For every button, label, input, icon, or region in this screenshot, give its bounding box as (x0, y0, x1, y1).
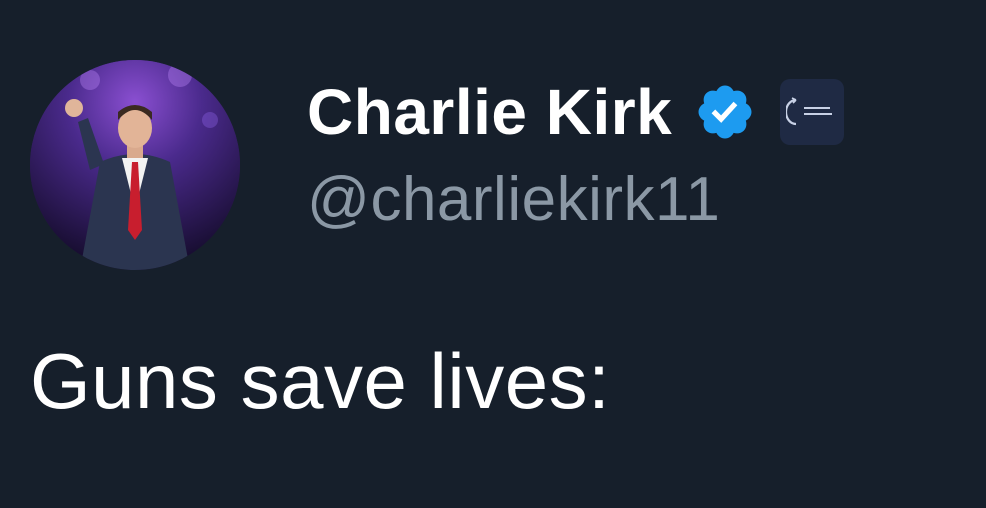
handle[interactable]: @charliekirk11 (307, 164, 844, 235)
profile-photo-icon (30, 60, 240, 270)
organization-logo-icon (786, 92, 838, 132)
affiliate-badge[interactable] (780, 79, 845, 145)
display-name[interactable]: Charlie Kirk (307, 75, 672, 149)
avatar[interactable] (30, 60, 240, 270)
tweet-text: Guns save lives: (30, 337, 611, 425)
name-row: Charlie Kirk (307, 70, 845, 154)
tweet-card: Charlie Kirk @charliekirk11 Guns save li… (0, 0, 986, 508)
verified-badge-icon[interactable] (694, 81, 756, 143)
tweet-header: Charlie Kirk @charliekirk11 (307, 70, 845, 235)
